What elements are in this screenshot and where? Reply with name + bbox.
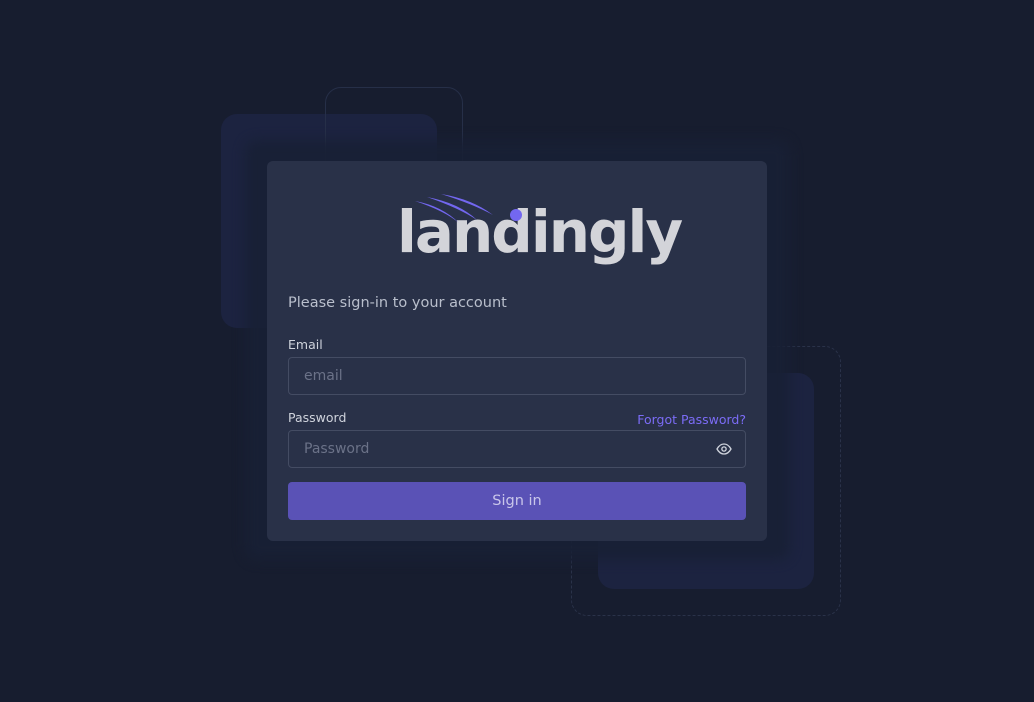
forgot-password-link[interactable]: Forgot Password? [637,412,746,427]
login-card: landingly Please sign-in to your account… [267,161,767,541]
eye-icon[interactable] [716,441,732,457]
email-input[interactable] [289,358,745,394]
sign-in-button[interactable]: Sign in [288,482,746,520]
login-page: landingly Please sign-in to your account… [0,0,1034,702]
password-input[interactable] [289,431,716,467]
logo-swoosh-icon [415,194,522,223]
email-field-container [288,357,746,395]
email-label: Email [288,337,323,352]
password-label: Password [288,410,347,425]
password-field-container [288,430,746,468]
brand-logo: landingly [397,193,683,268]
login-subtitle: Please sign-in to your account [288,295,507,311]
